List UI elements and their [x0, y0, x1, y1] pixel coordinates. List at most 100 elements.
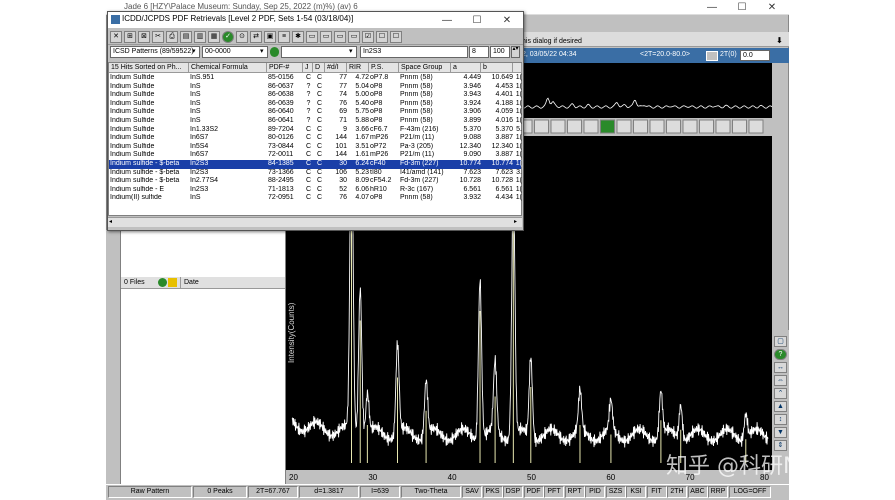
table-row[interactable]: Indium(II) sulfide InS 72-0951 C C 76 4.07 oP8 P… [109, 194, 522, 203]
pdf-number-select[interactable]: 00-0000 [202, 46, 268, 58]
table-row[interactable]: Indium sulfide - $-beta In2.77S4 88-2495 C C… [109, 177, 522, 186]
database-select[interactable]: ICSD Patterns (89/59522) [110, 46, 200, 58]
checkbox-icon[interactable]: ☑ [362, 31, 374, 43]
chevron-down-icon[interactable]: ▾ [260, 47, 264, 55]
status-button-pft[interactable]: PFT [544, 486, 564, 498]
spin-icon[interactable]: ▴▾ [511, 46, 520, 58]
status-button-rpt[interactable]: RPT [564, 486, 585, 498]
minimize-button[interactable]: — [697, 0, 727, 15]
column-header[interactable]: a [451, 63, 481, 73]
scroll-right-icon[interactable]: ▸ [514, 218, 522, 226]
table-cell: 3.932 [463, 194, 481, 202]
table-row[interactable]: Indium Sulfide InS 86-0640? C 69 5.75 oP8 Pnnm … [109, 108, 522, 117]
list-icon[interactable]: ▤ [180, 31, 192, 43]
horizontal-scrollbar[interactable] [108, 217, 522, 227]
table-row[interactable]: Indium Sulfide In6S7 80-0126 C C 144 1.67 mP26 P… [109, 134, 522, 143]
box-icon[interactable]: ▭ [306, 31, 318, 43]
chevron-up-icon[interactable]: ⌃ [774, 388, 787, 399]
column-header[interactable]: b [481, 63, 513, 73]
table-row[interactable]: Indium Sulfide InS 86-0638? C 74 5.00 oP8 Pnnm … [109, 91, 522, 100]
column-header[interactable] [513, 63, 522, 73]
pdf-maximize-button[interactable]: ☐ [462, 13, 492, 28]
tool-button-1[interactable]: ▢ [774, 336, 787, 347]
checkbox-icon[interactable]: ☐ [376, 31, 388, 43]
table-row[interactable]: Indium Sulfide InS.951 85-0156 C C 77 4.72 oP7.… [109, 74, 522, 83]
status-button-rrp[interactable]: RRP [708, 486, 728, 498]
status-log[interactable]: LOG=OFF [729, 486, 771, 498]
pdf-minimize-button[interactable]: — [432, 13, 462, 28]
table-row[interactable]: Indium Sulfide In1.33S2 89-7204 C C 9 3.66 cF6.… [109, 126, 522, 135]
print-icon[interactable]: ⎙ [166, 31, 178, 43]
table-row[interactable]: Indium sulfide - E In2S3 71-1813 C C 52 6.06 hR… [109, 186, 522, 195]
status-button-pks[interactable]: PKS [482, 486, 503, 498]
zoom-icon[interactable] [706, 51, 718, 61]
column-header[interactable]: J [303, 63, 313, 73]
delete-icon[interactable]: ⊠ [138, 31, 150, 43]
table-row[interactable]: Indium Sulfide In6S7 72-0011 C C 144 1.61 mP26 P… [109, 151, 522, 160]
frame-icon[interactable]: ▣ [264, 31, 276, 43]
arrow-up-icon[interactable]: ▲ [774, 401, 787, 412]
count-input[interactable]: 8 [469, 46, 489, 58]
column-header[interactable]: D [313, 63, 325, 73]
table-icon[interactable]: ⊞ [124, 31, 136, 43]
chevron-down-icon[interactable]: ▾ [192, 47, 196, 55]
close-button[interactable]: ✕ [757, 0, 787, 15]
status-button-pid[interactable]: PID [585, 486, 605, 498]
two-t-input[interactable]: 0.0 [740, 50, 770, 61]
table-row[interactable]: Indium Sulfide In5S4 73-0844 C C 101 3.51 oP72 P… [109, 143, 522, 152]
arrow-down-icon[interactable]: ⬇ [776, 36, 783, 45]
arrows-icon[interactable]: ⇔ [774, 375, 787, 386]
arrow-down-icon[interactable]: ▼ [774, 427, 787, 438]
files-date-column[interactable]: Date [184, 279, 199, 286]
chevron-down-icon[interactable]: ▾ [349, 47, 353, 55]
table-row[interactable]: Indium Sulfide InS 86-0639? C 76 5.40 oP8 Pnnm … [109, 100, 522, 109]
arrows-horizontal-icon[interactable]: ↔ [774, 362, 787, 373]
pdf-close-button[interactable]: ✕ [492, 13, 522, 28]
element-filter-icon[interactable] [270, 47, 279, 57]
status-button-dsp[interactable]: DSP [503, 486, 523, 498]
checkbox-icon[interactable]: ☐ [390, 31, 402, 43]
help-icon[interactable]: ? [774, 349, 787, 360]
table-row[interactable]: Indium Sulfide InS 86-0637? C 77 5.04 oP8 Pnnm … [109, 83, 522, 92]
check-icon[interactable]: ✓ [222, 31, 234, 43]
cut-icon[interactable]: ✂ [152, 31, 164, 43]
element-select[interactable] [281, 46, 357, 58]
target-icon[interactable]: ⊙ [236, 31, 248, 43]
view-icon[interactable]: ▦ [208, 31, 220, 43]
status-mode[interactable]: Two-Theta [401, 486, 461, 498]
box-icon[interactable]: ▭ [320, 31, 332, 43]
star-icon[interactable]: ✱ [292, 31, 304, 43]
table-row[interactable]: Indium sulfide - $-beta In2S3 84-1385 C C 30 6… [109, 160, 522, 169]
arrows-vertical-icon[interactable]: ↕ [774, 414, 787, 425]
box-icon[interactable]: ▭ [348, 31, 360, 43]
column-header[interactable]: Chemical Formula [189, 63, 267, 73]
table-cell: 8.09 [355, 177, 369, 185]
folder-icon[interactable] [168, 278, 177, 287]
status-button-sav[interactable]: SAV [462, 486, 482, 498]
status-button-pdf[interactable]: PDF [523, 486, 544, 498]
status-button-szs[interactable]: SZS [605, 486, 626, 498]
status-button-abc[interactable]: ABC [687, 486, 708, 498]
formula-input[interactable]: In2S3 [360, 46, 468, 58]
scroll-left-icon[interactable]: ◂ [109, 218, 117, 226]
status-button-2th[interactable]: 2TH [667, 486, 687, 498]
grid-icon[interactable]: ▥ [194, 31, 206, 43]
table-row[interactable]: Indium sulfide - $-beta In2S3 73-1366 C C 106… [109, 169, 522, 178]
swap-icon[interactable]: ⇄ [250, 31, 262, 43]
percent-input[interactable]: 100 [490, 46, 510, 58]
close-icon[interactable]: ✕ [110, 31, 122, 43]
column-header[interactable]: Space Group [399, 63, 451, 73]
column-header[interactable]: RIR [347, 63, 369, 73]
column-header[interactable]: PDF-# [267, 63, 303, 73]
status-button-ksi[interactable]: KSI [626, 486, 646, 498]
menu-icon[interactable]: ≡ [278, 31, 290, 43]
column-header[interactable]: P.S. [369, 63, 399, 73]
maximize-button[interactable]: ☐ [727, 0, 757, 15]
column-header[interactable]: 15 Hits Sorted on Ph... [109, 63, 189, 73]
box-icon[interactable]: ▭ [334, 31, 346, 43]
status-button-fit[interactable]: FIT [646, 486, 667, 498]
column-header[interactable]: #d/I [325, 63, 347, 73]
refresh-icon[interactable] [158, 278, 167, 287]
table-row[interactable]: Indium Sulfide InS 86-0641? C 71 5.88 oP8 Pnnm … [109, 117, 522, 126]
table-cell: Pnnm (58) [400, 108, 433, 116]
